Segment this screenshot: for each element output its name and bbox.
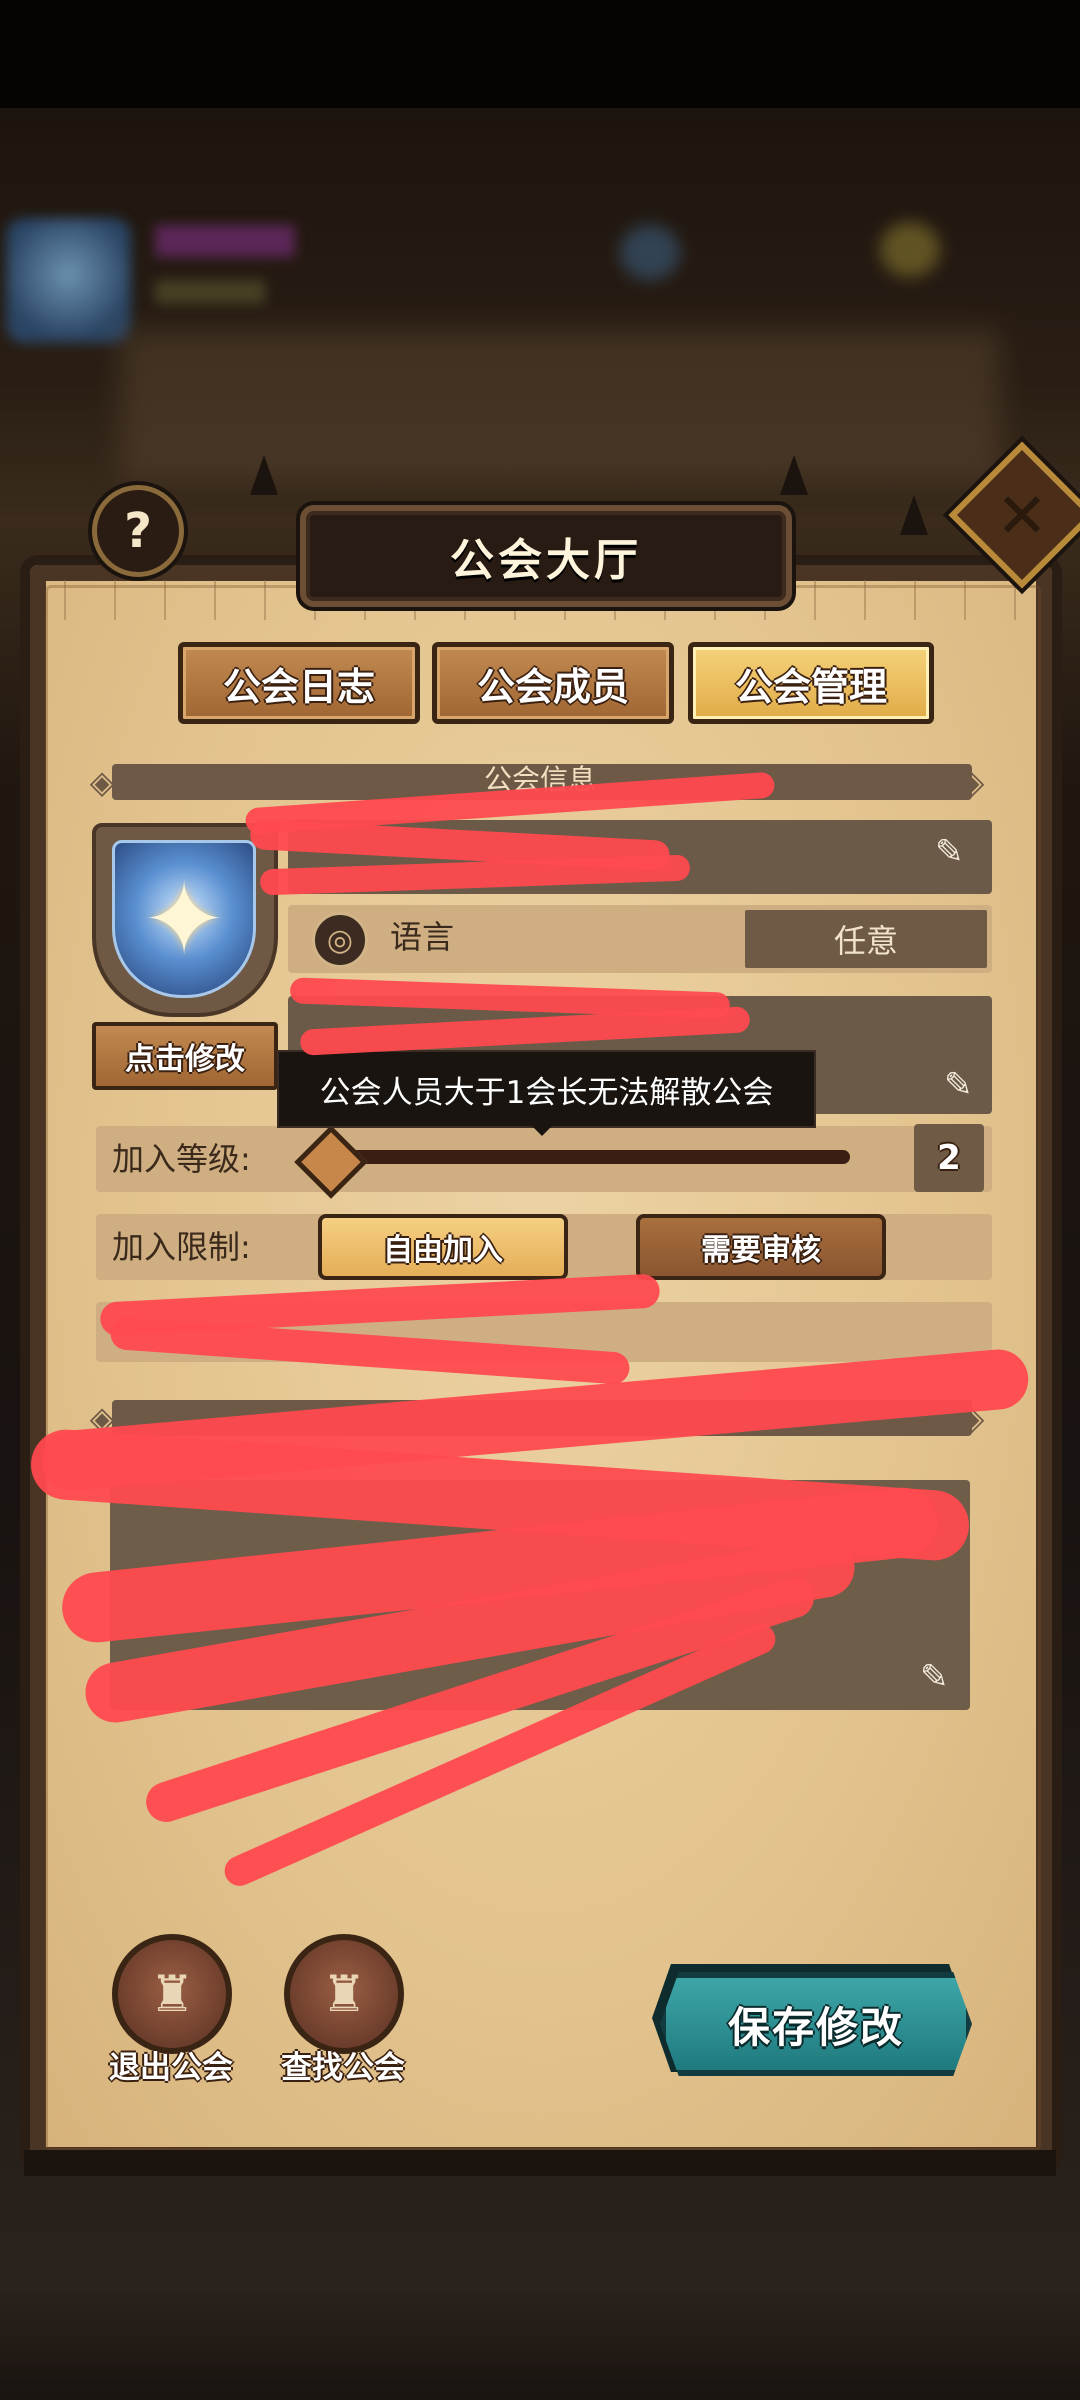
edit-emblem-button[interactable]: 点击修改 — [92, 1022, 278, 1090]
dialog-title: 公会大厅 — [450, 535, 642, 586]
free-join-option[interactable]: 自由加入 — [318, 1214, 568, 1280]
pencil-icon[interactable]: ✎ — [944, 1068, 973, 1102]
frame-spike — [900, 495, 928, 535]
require-approval-option[interactable]: 需要审核 — [636, 1214, 886, 1280]
language-label: 语言 — [390, 918, 455, 956]
castle-exit-icon: ♜ — [149, 1965, 195, 2023]
find-guild-button[interactable]: ♜ — [284, 1934, 404, 2054]
save-changes-button[interactable]: 保存修改 — [660, 1972, 972, 2076]
tooltip-arrow — [528, 1122, 556, 1136]
section-curl-right-icon: ◈ — [959, 763, 985, 801]
close-icon[interactable]: ✕ — [970, 463, 1074, 567]
background-player-name — [155, 225, 295, 257]
frame-spike — [780, 455, 808, 495]
leave-guild-button[interactable]: ♜ — [112, 1934, 232, 2054]
background-resource-icon — [620, 225, 680, 280]
tooltip: 公会人员大于1会长无法解散公会 — [277, 1050, 816, 1128]
compass-star-icon: ✦ — [142, 860, 226, 978]
tab-guild-log[interactable]: 公会日志 — [178, 642, 420, 724]
find-guild-label[interactable]: 查找公会 — [268, 2042, 418, 2087]
join-level-slider[interactable] — [320, 1150, 850, 1164]
pencil-icon[interactable]: ✎ — [935, 835, 964, 869]
panel-bottom-frame — [24, 2150, 1056, 2176]
background-player-sub — [155, 280, 265, 304]
join-level-value: 2 — [914, 1124, 984, 1192]
tab-guild-members[interactable]: 公会成员 — [432, 642, 674, 724]
join-level-label: 加入等级: — [112, 1140, 251, 1178]
section-curl-left-icon: ◈ — [89, 763, 115, 801]
tab-guild-management[interactable]: 公会管理 — [688, 642, 934, 724]
background-resource-icon — [880, 222, 940, 277]
language-select[interactable]: 任意 — [745, 910, 987, 968]
pencil-icon[interactable]: ✎ — [920, 1660, 949, 1694]
status-bar — [0, 0, 1080, 108]
help-button[interactable]: ? — [92, 485, 184, 577]
background-avatar — [6, 218, 131, 343]
castle-search-icon: ♜ — [321, 1965, 367, 2023]
join-restriction-label: 加入限制: — [112, 1228, 251, 1266]
frame-spike — [250, 455, 278, 495]
globe-icon: ◎ — [312, 912, 368, 968]
leave-guild-label[interactable]: 退出公会 — [96, 2042, 246, 2087]
